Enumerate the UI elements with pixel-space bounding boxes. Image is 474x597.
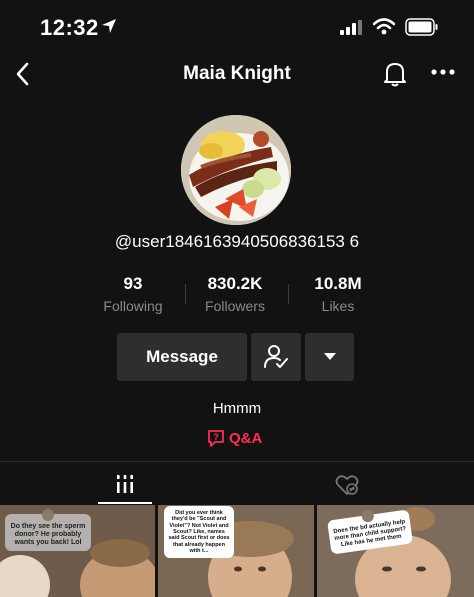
avatar[interactable] xyxy=(181,115,291,225)
qa-label: Q&A xyxy=(229,429,263,447)
videos-grid-icon xyxy=(117,475,133,493)
video-question-sticker: Did you ever think they'd be "Scout and … xyxy=(164,506,234,559)
battery-icon xyxy=(405,18,438,36)
bell-icon[interactable] xyxy=(382,60,408,88)
message-button[interactable]: Message xyxy=(117,333,247,381)
suggested-accounts-dropdown[interactable] xyxy=(305,333,354,381)
tab-liked[interactable] xyxy=(237,462,474,505)
profile-username: @user1846163940506836153 6 xyxy=(114,232,360,251)
stat-label: Followers xyxy=(205,298,265,314)
profile-header: Maia Knight xyxy=(0,56,474,92)
stat-value: 10.8M xyxy=(314,274,362,293)
user-check-icon xyxy=(264,345,288,368)
cellular-signal-icon xyxy=(340,20,362,35)
sticker-avatar xyxy=(42,509,54,521)
svg-text:?: ? xyxy=(213,432,219,442)
sticker-avatar xyxy=(361,509,375,523)
location-arrow-icon xyxy=(102,19,116,33)
stat-likes[interactable]: 10.8M Likes xyxy=(283,274,393,314)
profile-stats: 93 Following 830.2K Followers 10.8M Like… xyxy=(0,274,474,322)
video-thumbnail[interactable]: Did you ever think they'd be "Scout and … xyxy=(158,505,314,597)
stat-value: 93 xyxy=(123,274,143,293)
sticker-text: Do they see the sperm donor? He probably… xyxy=(10,523,86,547)
stat-following[interactable]: 93 Following xyxy=(78,274,188,314)
qa-icon: ? xyxy=(208,430,224,447)
sticker-text: Does the bd actually help more than chil… xyxy=(333,519,407,548)
stat-followers[interactable]: 830.2K Followers xyxy=(180,274,290,314)
sticker-text: Did you ever think they'd be "Scout and … xyxy=(168,510,230,554)
video-thumbnail[interactable]: Does the bd actually help more than chil… xyxy=(317,505,474,597)
stat-label: Following xyxy=(103,298,163,314)
following-button[interactable] xyxy=(251,333,301,381)
stat-label: Likes xyxy=(321,298,355,314)
status-time: 12:32 xyxy=(40,15,99,40)
status-bar: 12:32 xyxy=(0,0,474,56)
wifi-icon xyxy=(373,18,395,35)
liked-heart-icon xyxy=(335,475,359,495)
video-thumbnail[interactable]: Do they see the sperm donor? He probably… xyxy=(0,505,155,597)
video-question-sticker: Do they see the sperm donor? He probably… xyxy=(5,509,91,552)
tab-videos[interactable] xyxy=(0,462,237,505)
stat-value: 830.2K xyxy=(207,274,263,293)
video-grid: Do they see the sperm donor? He probably… xyxy=(0,505,474,597)
more-dots-icon[interactable] xyxy=(430,68,456,76)
avatar-food-image xyxy=(181,115,291,225)
qa-link[interactable]: ? Q&A xyxy=(207,428,262,448)
caret-down-icon xyxy=(323,353,336,360)
active-tab-indicator xyxy=(98,502,152,504)
profile-bio: Hmmm xyxy=(212,400,262,417)
